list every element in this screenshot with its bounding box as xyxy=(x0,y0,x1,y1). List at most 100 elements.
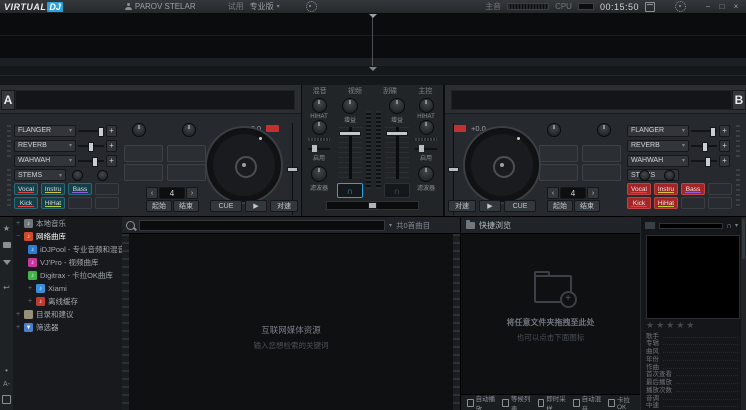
fx-slot-3-select[interactable]: WAHWAH ▾ xyxy=(627,155,689,167)
tree-item-idjpool[interactable]: ♪ iDJPool - 专业音频和混音 xyxy=(13,243,122,256)
expand-icon[interactable]: + xyxy=(16,311,21,318)
stem-empty-pad[interactable] xyxy=(708,197,732,209)
edition-dropdown[interactable]: 专业版 ▾ xyxy=(250,1,280,12)
loop-double-button[interactable]: › xyxy=(587,187,599,199)
stems-knob-1[interactable] xyxy=(639,170,650,181)
loop-out-button[interactable]: 结束 xyxy=(173,200,199,212)
performance-pad[interactable] xyxy=(539,164,578,181)
track-list[interactable]: 互联网媒体资源 输入您想检索的关键词 xyxy=(129,234,453,410)
pitch-handle[interactable] xyxy=(287,167,298,172)
loop-in-button[interactable]: 起始 xyxy=(146,200,172,212)
fx-slot-1-activate-button[interactable]: + xyxy=(106,125,117,137)
fx-slot-1-select[interactable]: FLANGER ▾ xyxy=(627,125,689,137)
waveform-display[interactable] xyxy=(0,14,746,59)
filter-funnel-icon[interactable] xyxy=(0,256,13,268)
cue-button[interactable]: CUE xyxy=(504,200,536,212)
fx-slot-2-select[interactable]: REVERB ▾ xyxy=(627,140,689,152)
stem-empty-pad[interactable] xyxy=(708,183,732,195)
scrollbar-thumb[interactable] xyxy=(742,219,745,259)
fx-slot-1-activate-button[interactable]: + xyxy=(719,125,730,137)
grid-view-icon[interactable] xyxy=(0,393,13,405)
left-fx-knob[interactable] xyxy=(312,98,327,113)
headphone-icon[interactable]: ∩ xyxy=(726,221,732,230)
right-panel-handle[interactable] xyxy=(453,234,460,410)
stems-knob-1[interactable] xyxy=(72,170,83,181)
right-filter-knob[interactable] xyxy=(418,166,434,182)
loop-length-value[interactable]: 4 xyxy=(159,187,185,199)
channel-1-volume-fader[interactable] xyxy=(338,127,362,179)
sync-button[interactable]: 对速 xyxy=(270,200,298,212)
left-filter-knob[interactable] xyxy=(311,166,327,182)
expand-icon[interactable]: + xyxy=(28,298,33,305)
back-arrow-icon[interactable]: ↩ xyxy=(0,281,13,293)
chevron-down-icon[interactable]: ▾ xyxy=(389,222,392,229)
settings-gear-icon[interactable] xyxy=(306,1,317,12)
chevron-down-icon[interactable]: ▾ xyxy=(735,222,738,229)
fader-handle[interactable] xyxy=(386,131,408,136)
fx-panel-grip[interactable] xyxy=(7,125,11,159)
pad-param-knob-1[interactable] xyxy=(547,123,561,137)
pad-param-knob-1[interactable] xyxy=(132,123,146,137)
minimize-button[interactable]: − xyxy=(702,2,714,12)
prelisten-progress[interactable] xyxy=(659,223,723,229)
tree-item-online-library[interactable]: − ♪ 网络曲库 xyxy=(13,230,122,243)
stem-instru-button[interactable]: Instru xyxy=(41,183,65,195)
play-button[interactable]: ▶ xyxy=(245,200,267,212)
tree-item-folders[interactable]: + 目录和建议 xyxy=(13,308,122,321)
performance-pad[interactable] xyxy=(124,164,163,181)
collapse-icon[interactable]: − xyxy=(16,233,21,240)
stem-hihat-button[interactable]: HiHat xyxy=(41,197,65,209)
stem-empty-pad[interactable] xyxy=(95,197,119,209)
stem-empty-pad[interactable] xyxy=(95,183,119,195)
mixer-tab-3[interactable]: 刮碟 xyxy=(383,86,397,96)
loop-half-button[interactable]: ‹ xyxy=(547,187,559,199)
crossfader-handle[interactable] xyxy=(368,202,377,209)
calendar-icon[interactable] xyxy=(645,2,655,12)
channel-2-gain-knob[interactable] xyxy=(389,98,405,114)
sync-button[interactable]: 对速 xyxy=(448,200,476,212)
stems-knob-2[interactable] xyxy=(664,170,675,181)
history-icon[interactable] xyxy=(0,239,13,251)
toolbar-karaoke-toggle[interactable]: 卡拉OK xyxy=(608,394,634,410)
toolbar-sampler-toggle[interactable]: 即时采样 xyxy=(538,393,566,410)
loop-length-value[interactable]: 4 xyxy=(560,187,586,199)
fx-slot-3-slider[interactable] xyxy=(691,155,717,167)
deck-b-track-title-area[interactable] xyxy=(451,90,732,110)
stems-panel-grip[interactable] xyxy=(7,169,11,207)
left-hihat-knob[interactable] xyxy=(312,120,327,135)
tree-item-local-music[interactable]: + ♪ 本地音乐 xyxy=(13,217,122,230)
tree-item-xiami[interactable]: + ♪ Xiami xyxy=(13,282,122,295)
expand-icon[interactable]: + xyxy=(16,324,21,331)
stem-kick-button[interactable]: Kick xyxy=(627,197,651,209)
font-size-icon[interactable]: A- xyxy=(0,378,13,390)
right-hihat-knob[interactable] xyxy=(419,120,434,135)
pad-param-knob-2[interactable] xyxy=(182,123,196,137)
stem-vocal-button[interactable]: Vocal xyxy=(14,183,38,195)
channel-1-headphone-button[interactable]: ∩ xyxy=(337,183,363,198)
pad-param-knob-2[interactable] xyxy=(597,123,611,137)
stem-vocal-button[interactable]: Vocal xyxy=(627,183,651,195)
favorites-star-icon[interactable]: ★ xyxy=(0,222,13,234)
performance-pad[interactable] xyxy=(582,145,621,162)
expand-icon[interactable]: + xyxy=(16,220,21,227)
tree-item-digitrax[interactable]: ♪ Digitrax - 卡拉OK曲库 xyxy=(13,269,122,282)
channel-2-headphone-button[interactable]: ∩ xyxy=(384,183,410,198)
dot-icon[interactable]: • xyxy=(0,364,13,376)
fader-handle[interactable] xyxy=(339,131,361,136)
performance-pad[interactable] xyxy=(167,145,206,162)
search-input[interactable] xyxy=(139,220,385,231)
fx-slot-2-slider[interactable] xyxy=(691,140,717,152)
mixer-tab-1[interactable]: 混音 xyxy=(313,86,327,96)
stem-empty-pad[interactable] xyxy=(68,197,92,209)
fx-slot-3-slider[interactable] xyxy=(78,155,104,167)
fx-slot-2-select[interactable]: REVERB ▾ xyxy=(14,140,76,152)
fx-slot-2-activate-button[interactable]: + xyxy=(106,140,117,152)
play-button[interactable]: ▶ xyxy=(479,200,501,212)
performance-pad[interactable] xyxy=(124,145,163,162)
tree-item-filters[interactable]: + ▼ 筛选器 xyxy=(13,321,122,334)
toolbar-sidelist-toggle[interactable]: 等候列表 xyxy=(502,393,530,410)
performance-pad[interactable] xyxy=(167,164,206,181)
tree-item-offline-cache[interactable]: + ♪ 离线缓存 xyxy=(13,295,122,308)
fx-slot-1-slider[interactable] xyxy=(691,125,717,137)
drop-folder-icon[interactable]: + xyxy=(534,275,572,303)
